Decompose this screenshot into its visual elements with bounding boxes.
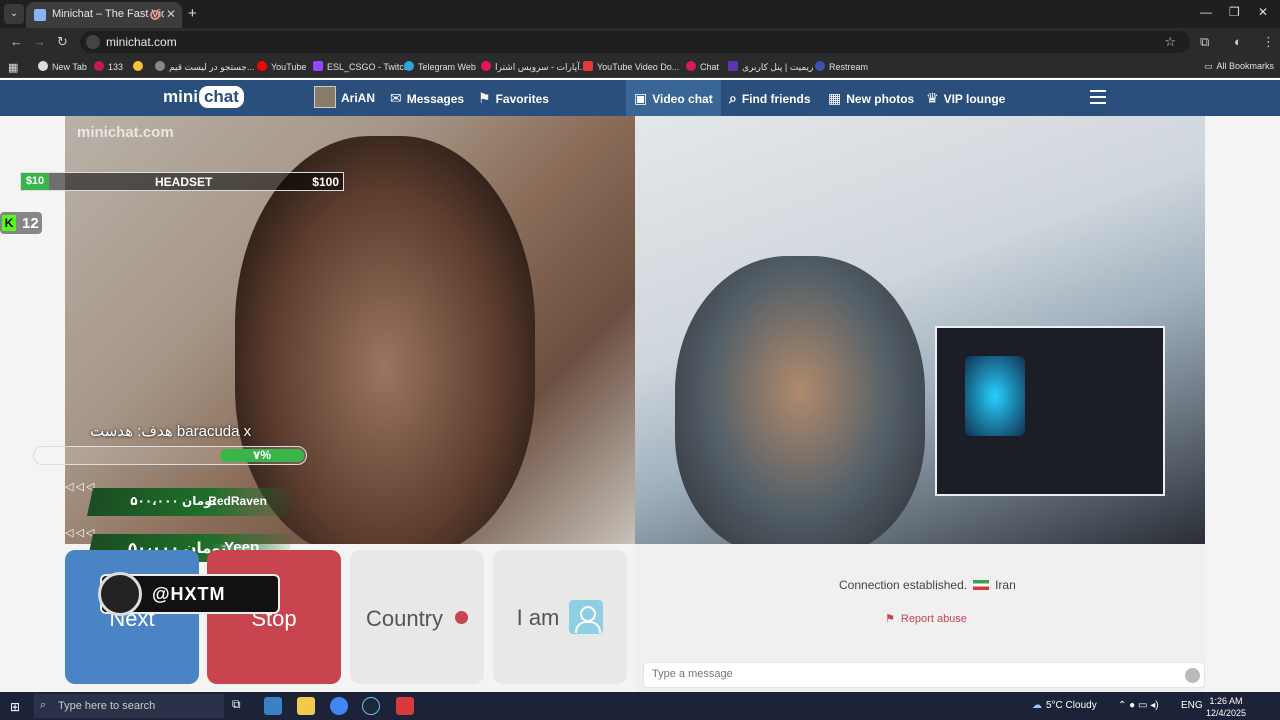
goal-text: هدف: هدست baracuda x (90, 423, 252, 440)
self-video (635, 116, 1205, 544)
bookmark-aparat[interactable]: آپارات - سرویس اشترا... (481, 61, 587, 73)
tab-title: Minichat – The Fast Video C (52, 8, 164, 20)
recording-icon (150, 10, 160, 20)
task-view-icon[interactable]: ⧉ (232, 697, 250, 715)
rgb-fans (965, 356, 1025, 436)
crown-icon: ♛ (926, 90, 939, 106)
message-box[interactable] (643, 662, 1205, 688)
bookmark-star-icon[interactable]: ☆ (1164, 34, 1176, 50)
taskbar-search[interactable]: ⌕ Type here to search (34, 694, 224, 718)
chat-bubble-icon: ▣ (634, 90, 648, 106)
flag-icon: ⚑ (885, 613, 895, 625)
hxtm-overlay-badge: @HXTM (98, 572, 280, 616)
file-explorer-icon[interactable] (297, 697, 315, 715)
back-icon[interactable]: ← (10, 34, 23, 49)
goal-progress-bar: ۷% (33, 446, 307, 465)
windows-taskbar: ⊞ ⌕ Type here to search ⧉ ☁ 5°C Cloudy ⌃ ●… (0, 692, 1280, 720)
system-tray-icons[interactable]: ⌃ ● ▭ ◂) (1118, 700, 1159, 711)
restore-button[interactable]: ❐ (1229, 5, 1240, 19)
bookmark-youtube-downloader[interactable]: YouTube Video Do... (583, 61, 679, 72)
search-icon: ⌕ (729, 90, 737, 106)
stranger-figure (235, 136, 535, 544)
forward-icon[interactable]: → (33, 34, 46, 49)
app-icon[interactable] (396, 697, 414, 715)
reload-icon[interactable]: ↻ (57, 34, 68, 50)
language-indicator[interactable]: ENG (1181, 700, 1203, 711)
bookmarks-bar: ▦ New Tab 133 جستجو در لیست قیم... YouTu… (0, 56, 1280, 78)
grid-icon: ▦ (828, 90, 842, 106)
main-area: minichat.com $10 HEADSET $100 K 12 هدف: … (0, 116, 1280, 692)
taskbar-clock[interactable]: 1:26 AM 12/4/2025 (1206, 695, 1246, 719)
nav-favorites[interactable]: ⚑ Favorites (478, 80, 549, 116)
address-bar-row: ← → ↻ minichat.com ☆ ⧉ ◐ ⋮ (0, 28, 1280, 56)
nav-video-chat[interactable]: ▣ Video chat (626, 80, 721, 116)
bookmark-remit[interactable]: ریمیت | پنل کاربری (728, 61, 813, 73)
donation-alert-1: ۵۰۰،۰۰۰ تومان RedRaven (87, 488, 293, 516)
new-tab-button[interactable]: + (188, 5, 197, 22)
profile-icon[interactable]: ◐ (1234, 34, 1242, 49)
browser-tab-bar: ⌄ Minichat – The Fast Video C ✕ + — ❐ ✕ (0, 0, 1280, 28)
chat-panel: Connection established. Iran ⚑ Report abus… (635, 544, 1205, 692)
bookmark-twitch[interactable]: ESL_CSGO - Twitch (313, 61, 409, 72)
nav-messages[interactable]: ✉ Messages (390, 80, 464, 116)
apps-icon[interactable]: ▦ (8, 61, 18, 74)
copilot-icon[interactable] (264, 697, 282, 715)
site-favicon-icon (34, 9, 46, 21)
envelope-icon: ✉ (390, 90, 402, 106)
browser-tab[interactable]: Minichat – The Fast Video C ✕ (26, 2, 182, 28)
video-watermark: minichat.com (77, 124, 174, 141)
goal-progress-fill: ۷% (220, 449, 304, 462)
bookmark-icon-only[interactable] (133, 61, 147, 72)
stop-button[interactable]: Stop (207, 550, 341, 684)
cloud-icon: ☁ (1032, 700, 1042, 711)
headset-goal-bar: $10 HEADSET $100 (20, 172, 344, 191)
nav-vip-lounge[interactable]: ♛ VIP lounge (926, 80, 1005, 116)
kick-viewer-count: K 12 (0, 212, 42, 234)
bookmark-new-tab[interactable]: New Tab (38, 61, 87, 72)
all-bookmarks[interactable]: ▭ All Bookmarks (1204, 61, 1274, 72)
minichat-logo[interactable]: mini chat (163, 86, 244, 108)
site-navbar: mini chat AriAN ✉ Messages ⚑ Favorites ▣ Vid… (0, 80, 1280, 116)
site-info-icon[interactable] (86, 35, 100, 49)
bookmark-icon: ⚑ (478, 90, 491, 106)
menu-icon[interactable]: ⋮ (1262, 34, 1275, 50)
emoji-icon[interactable] (1185, 668, 1200, 683)
chrome-icon[interactable] (330, 697, 348, 715)
weather-widget[interactable]: ☁ 5°C Cloudy (1032, 700, 1097, 711)
next-button[interactable]: Next (65, 550, 199, 684)
country-button[interactable]: Country (350, 550, 484, 684)
country-dot-icon (455, 611, 469, 624)
close-tab-icon[interactable]: ✕ (166, 7, 176, 21)
nav-find-friends[interactable]: ⌕ Find friends (729, 80, 811, 116)
iran-flag-icon (973, 580, 990, 590)
search-icon: ⌕ (40, 699, 47, 711)
minimize-button[interactable]: — (1200, 5, 1212, 19)
report-abuse-link[interactable]: ⚑ Report abuse (885, 612, 967, 625)
url-text[interactable]: minichat.com (106, 35, 177, 49)
connection-status: Connection established. Iran (839, 578, 1016, 592)
message-input[interactable] (652, 668, 1172, 680)
tab-search-button[interactable]: ⌄ (4, 4, 24, 24)
bookmark-restream[interactable]: Restream (815, 61, 868, 72)
bookmark-telegram[interactable]: Telegram Web (404, 61, 476, 72)
nav-profile[interactable]: AriAN (314, 80, 375, 116)
self-figure (675, 256, 925, 544)
bookmark-chat[interactable]: Chat (686, 61, 719, 72)
nav-new-photos[interactable]: ▦ New photos (828, 80, 914, 116)
user-avatar (314, 86, 336, 108)
omnibox[interactable]: minichat.com ☆ (80, 31, 1190, 53)
person-icon (569, 600, 604, 634)
hamburger-menu-icon[interactable] (1090, 90, 1106, 104)
extensions-icon[interactable]: ⧉ (1200, 34, 1209, 50)
kick-icon: K (2, 215, 16, 231)
bookmark-133[interactable]: 133 (94, 61, 123, 72)
windows-start-icon[interactable]: ⊞ (10, 700, 20, 714)
bookmark-price-list[interactable]: جستجو در لیست قیم... (155, 61, 254, 73)
bookmark-youtube[interactable]: YouTube (257, 61, 306, 72)
gender-button[interactable]: I am (493, 550, 627, 684)
close-window-button[interactable]: ✕ (1258, 5, 1268, 19)
hxtm-logo-icon (98, 572, 142, 616)
steam-icon[interactable] (362, 697, 380, 715)
